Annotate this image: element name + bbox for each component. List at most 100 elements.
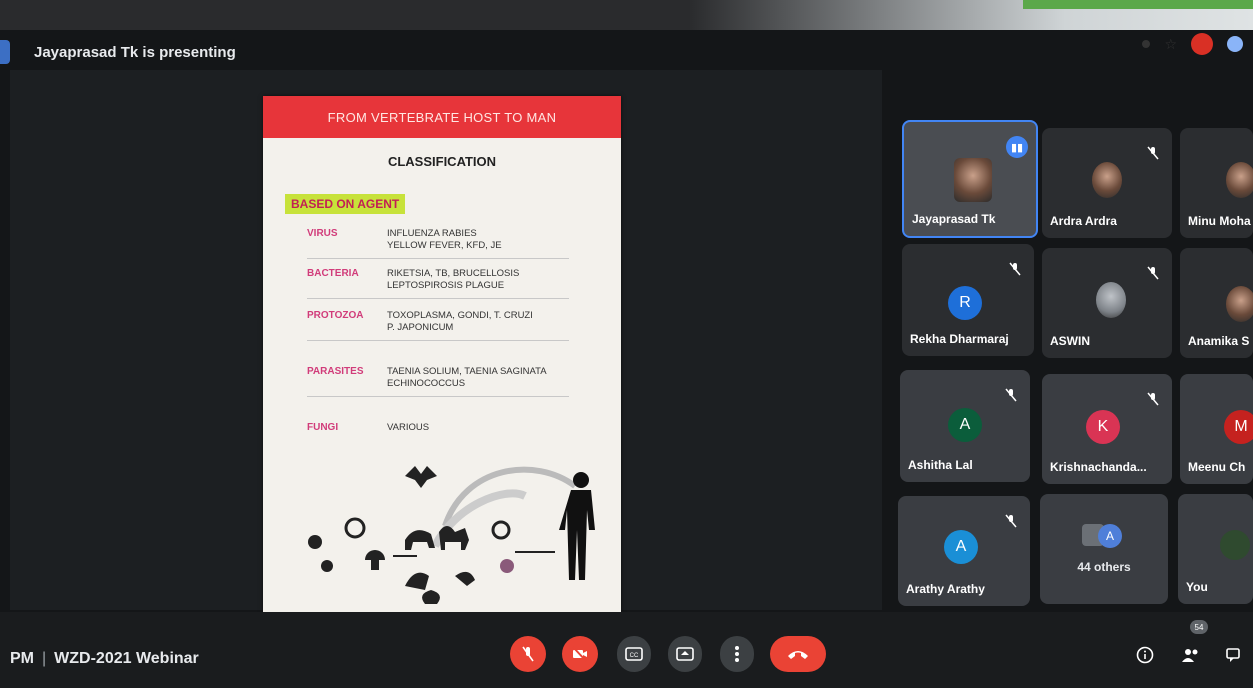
extension-icon[interactable]	[1142, 40, 1151, 48]
participant-name: Minu Moha	[1188, 214, 1251, 228]
row-line: TOXOPLASMA, GONDI, T. CRUZI	[387, 310, 533, 321]
captions-button[interactable]: CC	[617, 636, 651, 672]
more-options-button[interactable]	[720, 636, 754, 672]
slide-title: CLASSIFICATION	[387, 154, 497, 169]
slide-row-fungi: FUNGI VARIOUS	[307, 422, 569, 440]
participant-tile[interactable]: K Krishnachanda...	[1042, 374, 1172, 484]
row-line: TAENIA SOLIUM, TAENIA SAGINATA	[387, 366, 547, 377]
mic-off-icon	[1005, 514, 1017, 528]
mic-off-icon	[1147, 266, 1159, 280]
participant-avatar	[1226, 162, 1253, 198]
leave-call-button[interactable]	[770, 636, 826, 672]
participant-tile[interactable]: Anamika S	[1180, 248, 1253, 358]
participant-tile[interactable]: A Arathy Arathy	[898, 496, 1030, 606]
participant-avatar: A	[944, 530, 978, 564]
participant-name: Krishnachanda...	[1050, 460, 1147, 474]
participant-avatar: K	[1086, 410, 1120, 444]
row-line: VARIOUS	[387, 422, 430, 433]
participant-tile[interactable]: M Meenu Ch	[1180, 374, 1253, 484]
present-screen-icon	[676, 647, 694, 661]
participant-video	[954, 158, 992, 202]
browser-tab-strip	[1023, 0, 1253, 9]
shared-slide: FROM VERTEBRATE HOST TO MAN CLASSIFICATI…	[263, 96, 621, 612]
slide-row-bacteria: BACTERIA RIKETSIA, TB, BRUCELLOSIS LEPTOS…	[307, 268, 569, 299]
more-vert-icon	[735, 646, 739, 662]
row-line: LEPTOSPIROSIS PLAGUE	[387, 280, 505, 291]
slide-row-virus: VIRUS INFLUENZA RABIES YELLOW FEVER, KFD,…	[307, 228, 569, 259]
participant-name: ASWIN	[1050, 334, 1090, 348]
extension-pill-icon[interactable]	[1227, 36, 1243, 52]
mic-off-icon	[1005, 388, 1017, 402]
presenting-text: Jayaprasad Tk is presenting	[34, 43, 236, 61]
row-line: INFLUENZA RABIES	[387, 228, 477, 239]
info-icon	[1136, 646, 1154, 664]
camera-toggle-button[interactable]	[562, 636, 598, 672]
meeting-info: PM | WZD-2021 Webinar	[10, 650, 199, 668]
profile-avatar-icon[interactable]	[1191, 33, 1213, 55]
divider: |	[42, 650, 47, 667]
slide-agent-label: BASED ON AGENT	[285, 194, 406, 214]
mic-off-icon	[1147, 146, 1159, 160]
slide-row-parasites: PARASITES TAENIA SOLIUM, TAENIA SAGINATA…	[307, 366, 569, 397]
participant-tile[interactable]: ▮▮ Jayaprasad Tk	[902, 120, 1038, 238]
people-button[interactable]	[1180, 644, 1202, 666]
participant-name: Ashitha Lal	[908, 458, 973, 472]
meeting-time: PM	[10, 650, 34, 667]
self-avatar	[1220, 530, 1250, 560]
row-category: BACTERIA	[307, 268, 359, 279]
row-line: YELLOW FEVER, KFD, JE	[387, 240, 502, 251]
participant-name: Anamika S	[1188, 334, 1250, 348]
row-category: FUNGI	[307, 422, 339, 433]
participant-tile[interactable]: Minu Moha	[1180, 128, 1253, 238]
participant-avatar	[1096, 282, 1126, 318]
meeting-name: WZD-2021 Webinar	[54, 650, 199, 667]
self-tile[interactable]: You	[1178, 494, 1253, 604]
row-line: RIKETSIA, TB, BRUCELLOSIS	[387, 268, 520, 279]
slide-row-protozoa: PROTOZOA TOXOPLASMA, GONDI, T. CRUZI P. J…	[307, 310, 569, 341]
svg-text:CC: CC	[630, 653, 639, 659]
browser-toolbar-icons: ☆	[1142, 33, 1243, 55]
participant-tile[interactable]: Ardra Ardra	[1042, 128, 1172, 238]
participant-name: Meenu Ch	[1188, 460, 1246, 474]
mic-toggle-button[interactable]	[510, 636, 546, 672]
participant-name: Rekha Dharmaraj	[910, 332, 1009, 346]
zoonosis-transmission-illustration	[308, 466, 595, 604]
people-count-badge: 54	[1190, 620, 1208, 634]
participant-tile[interactable]: R Rekha Dharmaraj	[902, 244, 1034, 356]
camera-off-icon	[572, 646, 587, 662]
participant-name: Jayaprasad Tk	[912, 212, 996, 226]
speaking-icon: ▮▮	[1006, 136, 1028, 158]
row-category: VIRUS	[307, 228, 338, 239]
row-line: ECHINOCOCCUS	[387, 378, 466, 389]
participant-avatar: M	[1224, 410, 1253, 444]
others-count: 44 others	[1077, 560, 1131, 574]
participant-avatar: A	[948, 408, 982, 442]
participant-avatar: R	[948, 286, 982, 320]
slide-header: FROM VERTEBRATE HOST TO MAN	[263, 96, 621, 138]
others-tile[interactable]: A 44 others	[1040, 494, 1168, 604]
bottom-control-bar: PM | WZD-2021 Webinar CC 54	[0, 612, 1253, 688]
presenting-indicator	[0, 40, 10, 64]
present-now-button[interactable]	[668, 636, 702, 672]
mic-off-icon	[522, 646, 534, 662]
participant-name: Arathy Arathy	[906, 582, 985, 596]
chat-icon	[1226, 648, 1240, 662]
participant-name: You	[1186, 580, 1208, 594]
row-category: PARASITES	[307, 366, 364, 377]
participant-avatar	[1226, 286, 1253, 322]
others-avatar: A	[1098, 524, 1122, 548]
chat-button[interactable]	[1222, 644, 1244, 666]
row-category: PROTOZOA	[307, 310, 364, 321]
hang-up-icon	[788, 651, 808, 659]
row-line: P. JAPONICUM	[387, 322, 454, 333]
bookmark-star-icon[interactable]: ☆	[1164, 36, 1177, 53]
meeting-details-button[interactable]	[1134, 644, 1156, 666]
participant-name: Ardra Ardra	[1050, 214, 1117, 228]
mic-off-icon	[1147, 392, 1159, 406]
participant-tile[interactable]: A Ashitha Lal	[900, 370, 1030, 482]
presenting-banner: Jayaprasad Tk is presenting	[0, 32, 300, 72]
participant-tile[interactable]: ASWIN	[1042, 248, 1172, 358]
people-icon	[1182, 649, 1198, 662]
participant-avatar	[1092, 162, 1122, 198]
captions-icon: CC	[625, 647, 643, 661]
